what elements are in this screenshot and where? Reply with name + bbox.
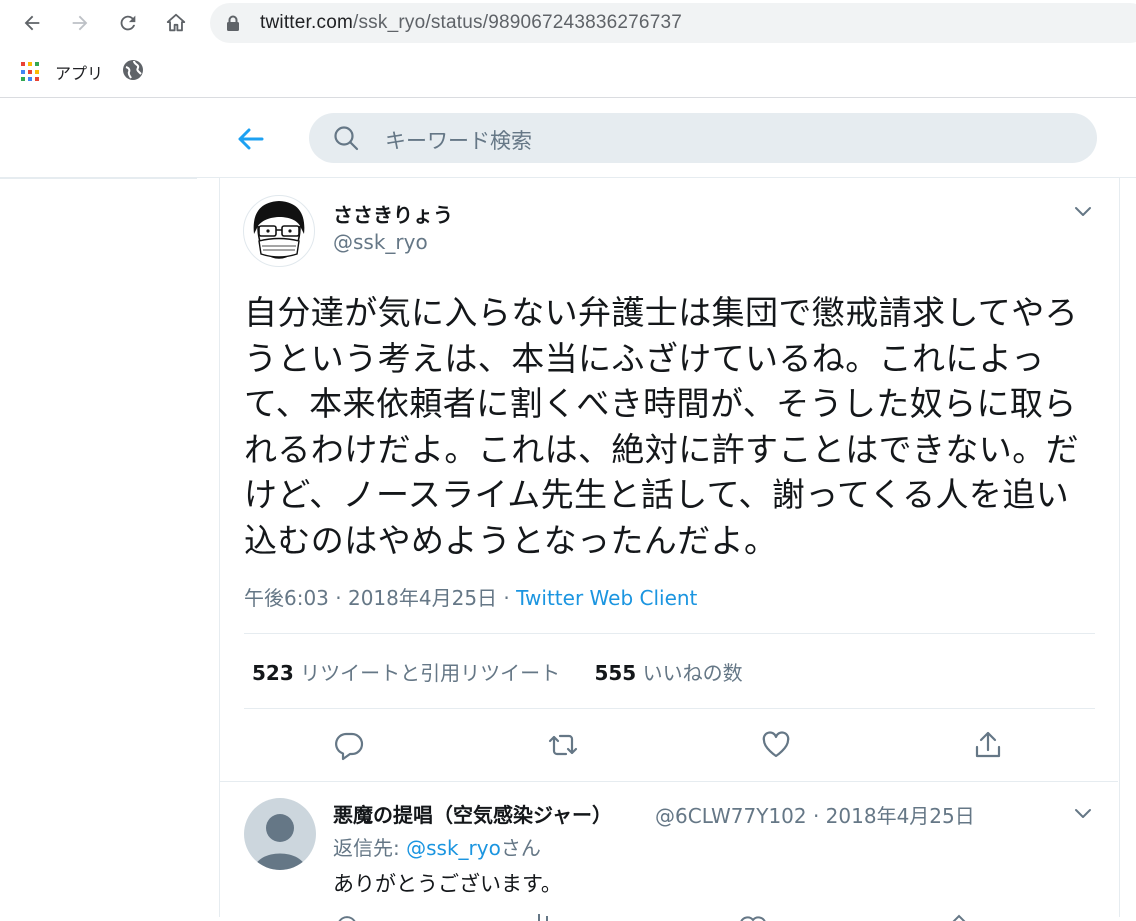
reply-to-prefix: 返信先: xyxy=(333,836,407,860)
globe-icon[interactable] xyxy=(122,59,144,81)
bookmark-apps[interactable]: アプリ xyxy=(21,60,103,84)
apps-dot xyxy=(28,69,32,74)
reply-to-suffix: さん xyxy=(500,836,541,860)
search-input[interactable]: キーワード検索 xyxy=(309,113,1097,163)
sidebar-divider xyxy=(0,177,197,179)
reply-avatar[interactable] xyxy=(244,798,316,870)
author-handle[interactable]: @ssk_ryo xyxy=(333,230,428,254)
reply-actions-row xyxy=(333,907,1033,921)
tweet-stats: 523 リツイートと引用リツイート 555 いいねの数 xyxy=(252,657,743,686)
back-arrow-icon[interactable] xyxy=(234,123,266,155)
reply-author-name[interactable]: 悪魔の提唱（空気感染ジャー） xyxy=(333,799,612,828)
apps-dot xyxy=(28,77,32,82)
apps-dot xyxy=(21,69,25,74)
retweet-icon xyxy=(548,734,578,756)
lock-icon xyxy=(227,15,239,31)
browser-chrome: twitter.com/ssk_ryo/status/9890672438362… xyxy=(0,0,1136,98)
back-button[interactable] xyxy=(17,8,47,38)
url-path: /ssk_ryo/status/989067243836276737 xyxy=(353,12,682,33)
share-icon xyxy=(975,731,1001,758)
divider xyxy=(220,781,1118,782)
heart-icon xyxy=(762,731,790,758)
divider xyxy=(244,633,1095,634)
search-icon xyxy=(334,126,359,151)
likes-stat[interactable]: 555 いいねの数 xyxy=(594,661,742,685)
share-button[interactable] xyxy=(971,728,1005,762)
chevron-down-icon[interactable] xyxy=(1071,199,1095,223)
retweet-count: 523 xyxy=(252,661,294,685)
apps-dot xyxy=(35,62,39,66)
reply-actions-icons xyxy=(338,914,966,921)
reply-to-handle[interactable]: @ssk_ryo xyxy=(406,836,501,860)
apps-grid-icon xyxy=(21,62,41,82)
apps-dot xyxy=(35,69,39,74)
home-icon xyxy=(166,13,186,32)
apps-dot xyxy=(28,62,32,66)
address-bar[interactable]: twitter.com/ssk_ryo/status/9890672438362… xyxy=(210,3,1136,43)
cartoon-face-icon xyxy=(253,201,305,259)
url-text: twitter.com/ssk_ryo/status/9890672438362… xyxy=(260,12,682,34)
author-name[interactable]: ささきりょう xyxy=(333,199,453,228)
reply-to-line: 返信先: @ssk_ryoさん xyxy=(333,832,541,861)
author-avatar[interactable] xyxy=(243,195,315,267)
tweet-meta: 午後6:03 · 2018年4月25日 · Twitter Web Client xyxy=(244,582,697,611)
retweets-stat[interactable]: 523 リツイートと引用リツイート xyxy=(252,661,560,685)
forward-button[interactable] xyxy=(65,8,95,38)
reply-text: ありがとうございます。 xyxy=(333,872,562,896)
reply-button[interactable] xyxy=(332,728,366,762)
arrow-right-icon xyxy=(72,15,88,31)
tweet-text: 自分達が気に入らない弁護士は集団で懲戒請求してやろうという考えは、本当にふざけて… xyxy=(244,293,1079,560)
default-user-icon xyxy=(254,814,306,870)
like-count: 555 xyxy=(594,661,637,685)
reload-icon xyxy=(120,15,136,31)
search-placeholder: キーワード検索 xyxy=(385,129,532,153)
retweet-button[interactable] xyxy=(546,728,580,762)
bookmark-apps-label: アプリ xyxy=(55,64,104,83)
url-domain: twitter.com xyxy=(260,12,353,33)
arrow-left-icon xyxy=(24,15,40,31)
tweet-timestamp[interactable]: 午後6:03 · 2018年4月25日 · xyxy=(244,586,516,610)
like-button[interactable] xyxy=(759,728,793,762)
reply-meta[interactable]: @6CLW77Y102 · 2018年4月25日 xyxy=(655,800,975,829)
apps-dot xyxy=(35,77,39,82)
retweet-label: リツイートと引用リツイート xyxy=(300,661,561,685)
apps-dot xyxy=(21,62,25,66)
tweet-client-link[interactable]: Twitter Web Client xyxy=(516,586,697,610)
divider xyxy=(244,708,1095,709)
reload-button[interactable] xyxy=(113,8,143,38)
bookmarks-bar: アプリ xyxy=(0,52,1136,88)
home-button[interactable] xyxy=(161,8,191,38)
apps-dot xyxy=(21,77,25,82)
chevron-down-icon[interactable] xyxy=(1071,801,1095,825)
reply-icon xyxy=(335,732,364,761)
like-label: いいねの数 xyxy=(642,661,743,685)
